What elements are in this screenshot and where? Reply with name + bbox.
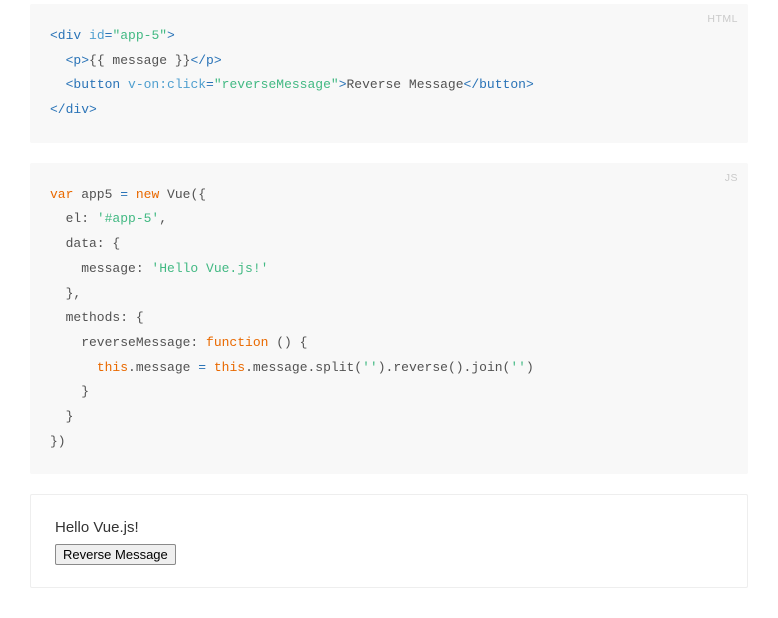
lang-label-html: HTML [707,10,738,30]
demo-output-box: Hello Vue.js! Reverse Message [30,494,748,588]
demo-message: Hello Vue.js! [55,519,723,536]
code-content-html: <div id="app-5"> <p>{{ message }}</p> <b… [50,24,728,123]
code-content-js: var app5 = new Vue({ el: '#app-5', data:… [50,183,728,455]
lang-label-js: JS [725,169,738,189]
reverse-message-button[interactable]: Reverse Message [55,544,176,565]
code-block-js: JS var app5 = new Vue({ el: '#app-5', da… [30,163,748,475]
code-block-html: HTML <div id="app-5"> <p>{{ message }}</… [30,4,748,143]
